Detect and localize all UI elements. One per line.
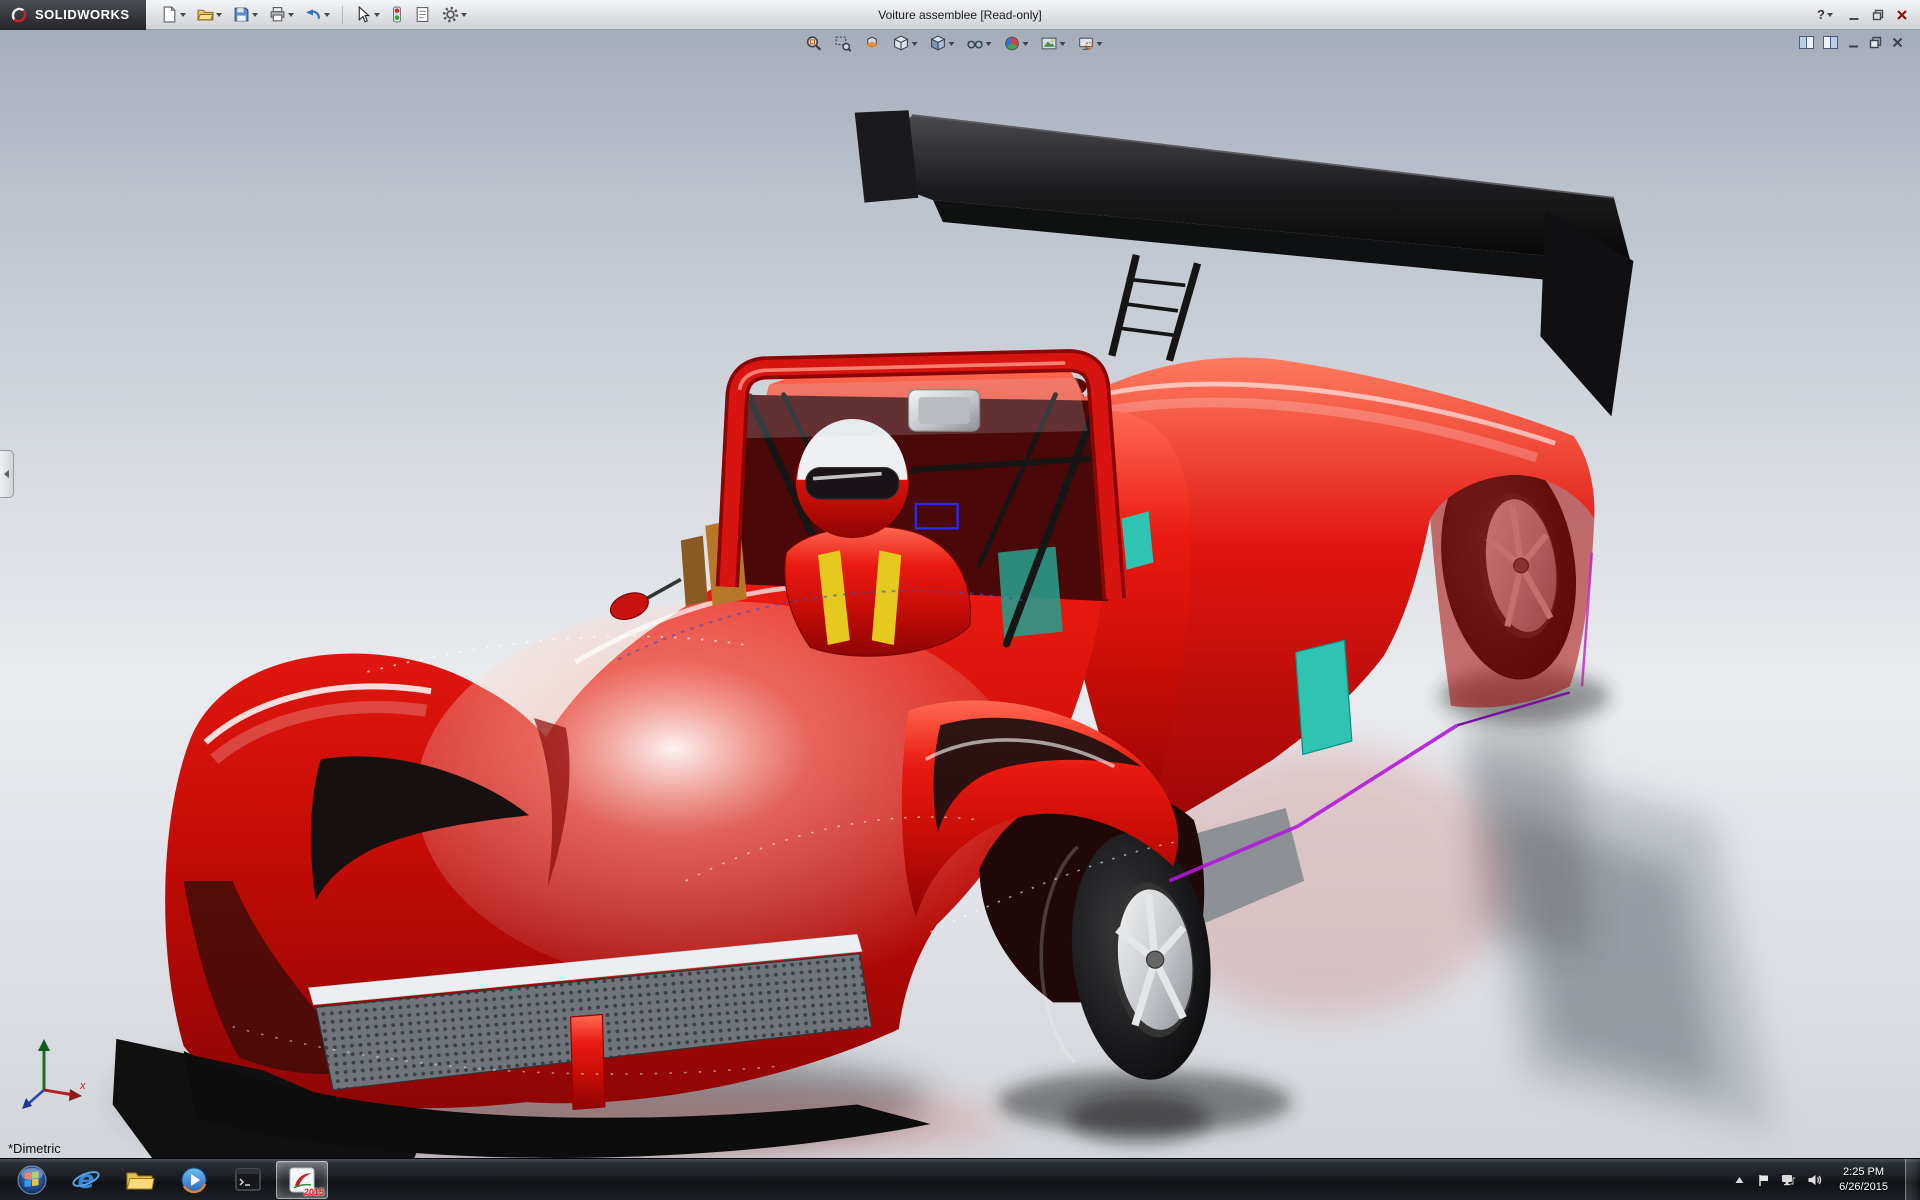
close-button[interactable]	[1896, 9, 1908, 21]
show-desktop-button[interactable]	[1905, 1159, 1918, 1200]
tray-date: 6/26/2015	[1839, 1180, 1888, 1194]
doc-close-icon[interactable]	[1891, 36, 1904, 49]
front-wheel	[980, 786, 1223, 1086]
apply-scene-button[interactable]	[1040, 34, 1067, 53]
dassault-3ds-logo	[10, 6, 28, 24]
print-button[interactable]	[266, 4, 297, 25]
tray-time: 2:25 PM	[1839, 1165, 1888, 1179]
undo-icon	[305, 6, 322, 23]
open-folder-icon	[197, 6, 214, 23]
edit-appearance-ball-icon	[1004, 35, 1021, 52]
file-properties-icon	[414, 6, 431, 23]
apply-scene-icon	[1041, 35, 1058, 52]
view-orientation-cube-icon	[893, 35, 910, 52]
solidworks-version-badge: 2015	[304, 1187, 324, 1197]
view-orientation-label: *Dimetric	[8, 1141, 61, 1156]
wing-struts	[1112, 255, 1198, 361]
zoom-to-area-icon	[835, 35, 852, 52]
seat	[998, 547, 1063, 638]
windows-taskbar: e	[0, 1158, 1920, 1200]
zoom-to-fit-icon	[806, 35, 823, 52]
doc-minimize-icon[interactable]	[1847, 36, 1860, 49]
options-gear-icon	[442, 6, 459, 23]
edit-appearance-button[interactable]	[1003, 34, 1030, 53]
solidworks-taskbar-button[interactable]: 2015	[276, 1161, 328, 1199]
hidden-icons-chevron[interactable]	[1733, 1174, 1746, 1186]
car-model-render	[0, 30, 1920, 1158]
solidworks-app-window: SOLIDWORKS	[0, 0, 1920, 1200]
hide-show-items-button[interactable]	[966, 34, 993, 53]
start-orb-icon	[16, 1164, 48, 1196]
save-button[interactable]	[230, 4, 261, 25]
toolbar-separator	[342, 6, 343, 24]
triad-x-label: x	[79, 1080, 86, 1092]
minimize-button[interactable]	[1848, 9, 1860, 21]
section-view-icon	[864, 35, 881, 52]
view-orientation-button[interactable]	[892, 34, 919, 53]
volume-icon[interactable]	[1807, 1173, 1822, 1187]
undo-button[interactable]	[302, 4, 333, 25]
media-player-button[interactable]	[168, 1161, 220, 1199]
save-floppy-icon	[233, 6, 250, 23]
feature-tree-flyout-tab[interactable]	[0, 450, 14, 498]
select-cursor-icon	[355, 6, 372, 23]
svg-text:e: e	[78, 1165, 95, 1194]
command-prompt-icon	[233, 1166, 263, 1194]
zoom-to-area-button[interactable]	[834, 34, 853, 53]
standard-toolbar	[146, 4, 470, 25]
graphics-viewport[interactable]: x *Dimetric	[0, 30, 1920, 1158]
triad-y-arrow	[38, 1039, 50, 1051]
help-button[interactable]: ?	[1814, 5, 1836, 24]
system-tray: 2:25 PM 6/26/2015	[1733, 1159, 1920, 1200]
internet-explorer-icon: e	[71, 1165, 101, 1195]
brand-label: SOLIDWORKS	[35, 7, 130, 22]
print-icon	[269, 6, 286, 23]
triad-z-arrow	[22, 1098, 32, 1109]
help-icon: ?	[1817, 7, 1825, 22]
document-window-controls	[1799, 36, 1904, 49]
media-player-icon	[179, 1165, 209, 1195]
rebuild-traffic-light-icon	[391, 6, 403, 23]
open-button[interactable]	[194, 4, 225, 25]
tray-clock[interactable]: 2:25 PM 6/26/2015	[1833, 1165, 1894, 1194]
view-settings-icon	[1078, 35, 1095, 52]
headsup-view-toolbar	[805, 34, 1104, 53]
section-view-button[interactable]	[863, 34, 882, 53]
file-properties-button[interactable]	[411, 4, 434, 25]
action-center-flag-icon[interactable]	[1757, 1173, 1770, 1187]
reference-triad: x	[14, 1032, 92, 1112]
select-button[interactable]	[352, 4, 383, 25]
pane-right-icon[interactable]	[1823, 36, 1838, 49]
restore-button[interactable]	[1872, 9, 1884, 21]
rebuild-button[interactable]	[388, 4, 406, 25]
view-settings-button[interactable]	[1077, 34, 1104, 53]
new-document-icon	[161, 6, 178, 23]
window-controls: ?	[1814, 5, 1920, 24]
display-style-button[interactable]	[929, 34, 956, 53]
pane-left-icon[interactable]	[1799, 36, 1814, 49]
display-style-icon	[930, 35, 947, 52]
command-prompt-button[interactable]	[222, 1161, 274, 1199]
doc-restore-icon[interactable]	[1869, 36, 1882, 49]
solidworks-brand: SOLIDWORKS	[0, 0, 146, 30]
folder-icon	[125, 1166, 155, 1194]
titlebar: SOLIDWORKS	[0, 0, 1920, 30]
start-button[interactable]	[6, 1161, 58, 1199]
hide-show-glasses-icon	[967, 35, 984, 52]
network-icon[interactable]	[1781, 1173, 1796, 1186]
chevron-left-icon	[4, 470, 9, 478]
windows-explorer-button[interactable]	[114, 1161, 166, 1199]
new-document-button[interactable]	[158, 4, 189, 25]
options-button[interactable]	[439, 4, 470, 25]
internet-explorer-button[interactable]: e	[60, 1161, 112, 1199]
zoom-to-fit-button[interactable]	[805, 34, 824, 53]
